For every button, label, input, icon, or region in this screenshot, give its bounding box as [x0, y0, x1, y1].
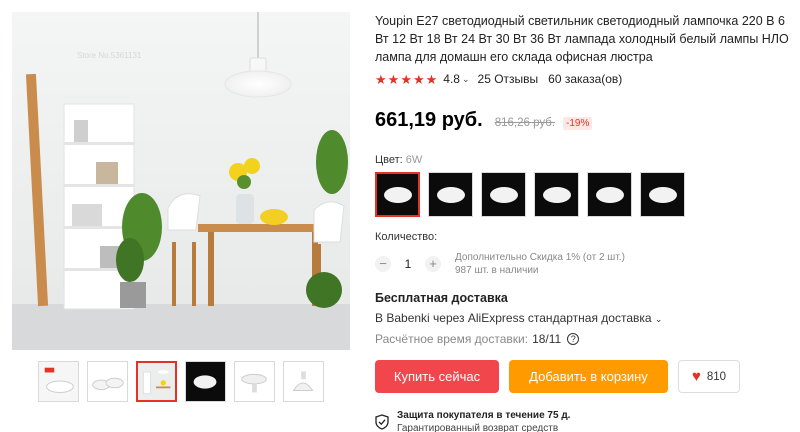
room-thumbnail-icon — [138, 363, 175, 400]
delivery-time-row: Расчётное время доставки: 18/11 ? — [375, 332, 793, 346]
protection-subtitle: Гарантированный возврат средств — [397, 423, 559, 432]
color-swatch-6[interactable] — [640, 172, 685, 217]
color-swatch-5[interactable] — [587, 172, 632, 217]
star-icon: ★ — [387, 71, 400, 87]
shipping-method-text: В Babenki через AliExpress стандартная д… — [375, 311, 652, 325]
lamp-thumbnail-icon — [39, 362, 78, 401]
rating-stars: ★ ★ ★ ★ ★ — [375, 73, 437, 86]
color-swatch-1[interactable] — [375, 172, 420, 217]
color-swatch-2[interactable] — [428, 172, 473, 217]
stock-count: 987 шт. в наличии — [455, 265, 539, 276]
watermark: Store No.5361131 — [77, 51, 142, 60]
star-icon: ★ — [425, 71, 438, 87]
orders-count: 60 заказа(ов) — [548, 72, 623, 86]
lamp-thumbnail-icon — [88, 362, 127, 401]
rating-row: ★ ★ ★ ★ ★ 4.8 ⌄ 25 Отзывы 60 заказа(ов) — [375, 71, 793, 87]
star-icon: ★ — [412, 71, 425, 87]
lamp-swatch-icon — [436, 186, 465, 203]
thumbnail-3-active[interactable] — [136, 361, 177, 402]
star-icon: ★ — [400, 71, 412, 87]
lamp-swatch-icon — [595, 186, 624, 203]
lamp-dark-thumbnail-icon — [186, 362, 225, 401]
wishlist-count: 810 — [706, 370, 727, 383]
help-icon[interactable]: ? — [567, 333, 580, 345]
thumbnail-1[interactable] — [38, 361, 79, 402]
lamp-swatch-icon — [648, 186, 677, 203]
thumbnail-6[interactable] — [283, 361, 324, 402]
lamp-thumbnail-icon — [235, 362, 274, 401]
lamp-swatch-icon — [383, 186, 412, 203]
buyer-protection: Защита покупателя в течение 75 д. Гарант… — [375, 409, 793, 432]
quantity-notes: Дополнительно Скидка 1% (от 2 шт.) 987 ш… — [455, 251, 625, 277]
quantity-row: − 1 + Дополнительно Скидка 1% (от 2 шт.)… — [375, 251, 793, 277]
product-title: Youpin E27 светодиодный светильник свето… — [375, 14, 789, 64]
rating-value: 4.8 — [443, 72, 460, 86]
color-label: Цвет: — [375, 154, 403, 166]
room-scene-illustration: Store No.5361131 — [12, 12, 350, 350]
bulk-discount-note: Дополнительно Скидка 1% (от 2 шт.) — [455, 252, 625, 263]
heart-icon: ♥ — [691, 368, 701, 385]
color-swatch-4[interactable] — [534, 172, 579, 217]
thumbnail-strip — [38, 361, 324, 402]
lamp-thumbnail-icon — [284, 362, 323, 401]
main-product-image[interactable]: Store No.5361131 — [12, 12, 350, 350]
quantity-minus-button[interactable]: − — [375, 256, 391, 272]
shipping-method[interactable]: В Babenki через AliExpress стандартная д… — [375, 311, 793, 325]
price-row: 661,19 руб. 816,26 руб. -19% — [375, 109, 793, 132]
quantity-plus-button[interactable]: + — [425, 256, 441, 272]
protection-title: Защита покупателя в течение 75 д. — [397, 410, 571, 421]
delivery-date: 18/11 — [532, 332, 562, 346]
delivery-time-label: Расчётное время доставки: — [375, 332, 529, 346]
reviews-link[interactable]: 25 Отзывы — [478, 72, 539, 86]
quantity-label: Количество: — [375, 231, 438, 243]
thumbnail-2[interactable] — [87, 361, 128, 402]
color-swatch-3[interactable] — [481, 172, 526, 217]
chevron-down-icon: ⌄ — [654, 314, 663, 324]
color-label-row: Цвет: 6W — [375, 154, 793, 166]
star-icon: ★ — [375, 71, 387, 87]
add-to-cart-button[interactable]: Добавить в корзину — [509, 360, 668, 393]
discount-badge: -19% — [563, 117, 593, 130]
protection-text: Защита покупателя в течение 75 д. Гарант… — [397, 409, 570, 432]
action-buttons: Купить сейчас Добавить в корзину ♥ 810 — [375, 360, 793, 393]
shipping-title: Бесплатная доставка — [375, 291, 508, 305]
old-price: 816,26 руб. — [494, 117, 556, 129]
shield-check-icon — [375, 414, 389, 430]
lamp-swatch-icon — [489, 186, 518, 203]
lamp-swatch-icon — [542, 186, 571, 203]
thumbnail-4[interactable] — [185, 361, 226, 402]
quantity-input[interactable]: 1 — [391, 257, 425, 271]
wishlist-button[interactable]: ♥ 810 — [678, 360, 740, 393]
buy-now-button[interactable]: Купить сейчас — [375, 360, 499, 393]
thumbnail-5[interactable] — [234, 361, 275, 402]
current-price: 661,19 руб. — [375, 109, 483, 131]
chevron-down-icon[interactable]: ⌄ — [462, 74, 470, 85]
product-info: Youpin E27 светодиодный светильник свето… — [375, 12, 793, 432]
color-swatches — [375, 172, 793, 217]
color-value: 6W — [405, 154, 423, 166]
